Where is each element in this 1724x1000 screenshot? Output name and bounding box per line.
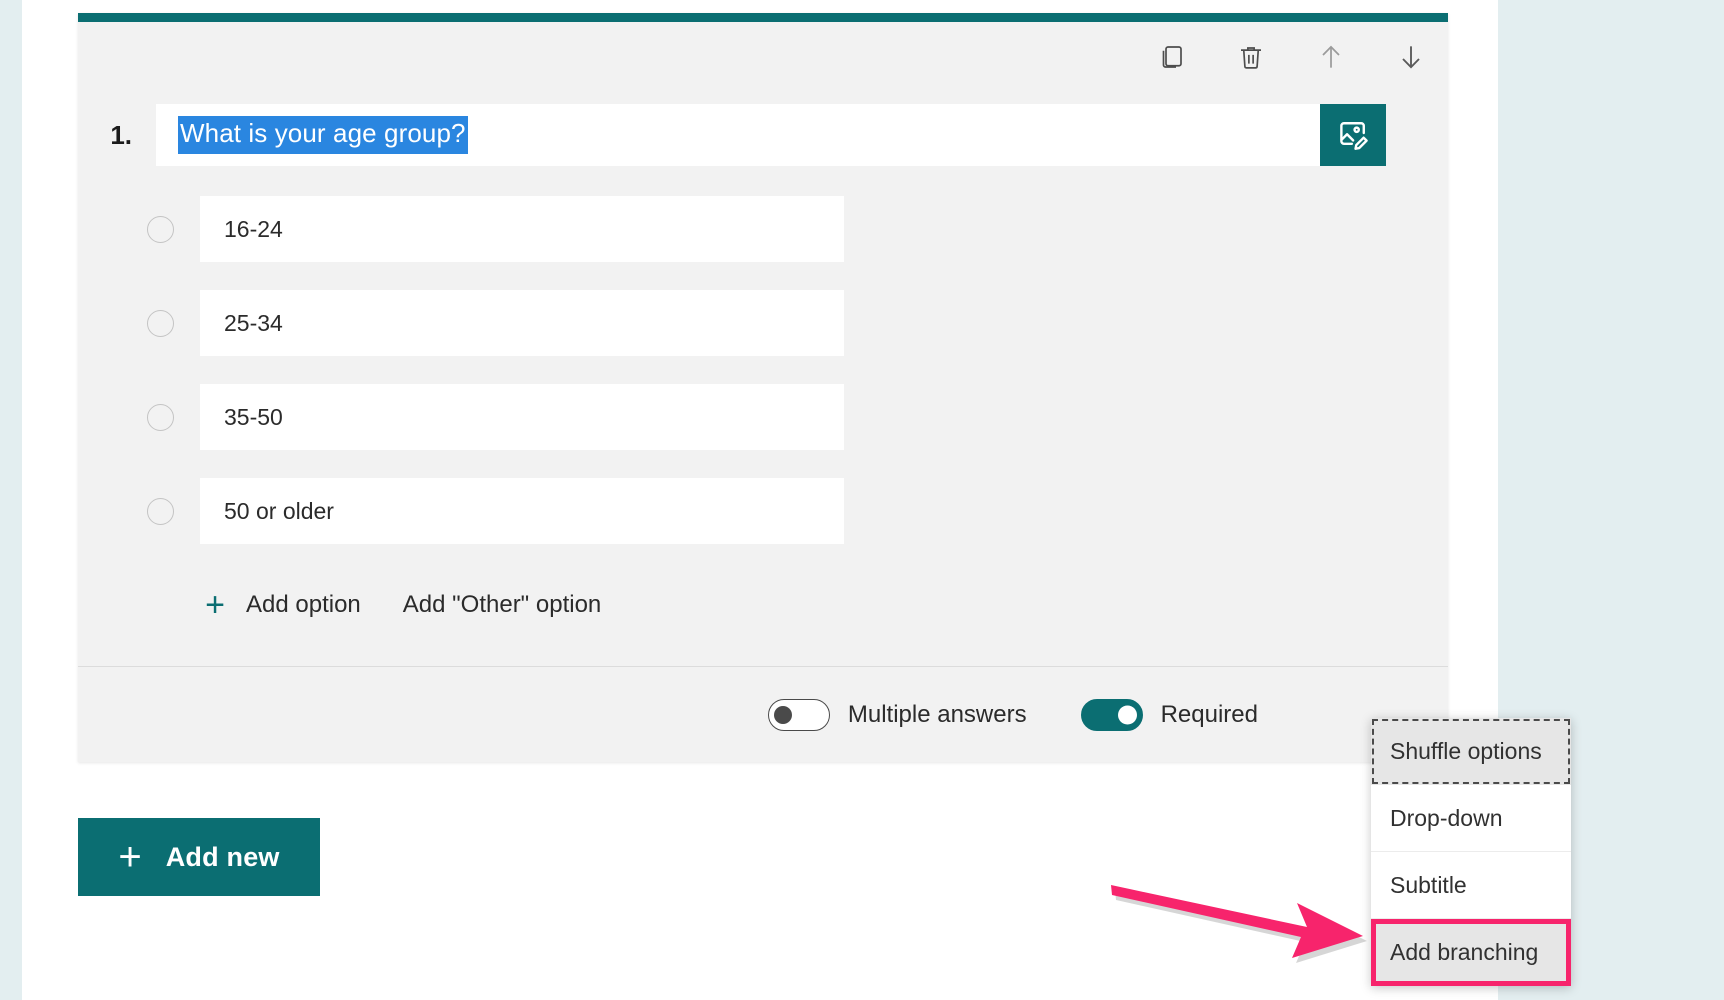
- add-new-label: Add new: [165, 841, 280, 872]
- required-toggle[interactable]: [1080, 698, 1143, 731]
- option-input[interactable]: 25-34: [200, 290, 844, 356]
- add-new-button[interactable]: + Add new: [78, 818, 320, 896]
- trash-icon: [1236, 42, 1266, 72]
- copy-question-button[interactable]: [1148, 34, 1194, 80]
- question-card-footer: Multiple answers Required: [78, 666, 1448, 762]
- insert-media-button[interactable]: [1320, 104, 1386, 166]
- add-option-label: Add option: [246, 591, 361, 618]
- add-option-button[interactable]: + Add option: [200, 588, 361, 622]
- add-option-row: + Add option Add "Other" option: [78, 572, 1448, 666]
- plus-icon: +: [205, 586, 225, 624]
- radio-icon[interactable]: [146, 215, 174, 243]
- card-accent-bar: [78, 13, 1448, 22]
- required-toggle-group: Required: [1080, 698, 1258, 731]
- image-edit-icon: [1336, 117, 1370, 154]
- option-row: 50 or older: [78, 478, 1448, 544]
- option-row: 35-50: [78, 384, 1448, 450]
- screenshot-viewport: 1. What is your age group? 16-24 25-34 3…: [0, 0, 1724, 1000]
- option-row: 16-24: [78, 196, 1448, 262]
- arrow-down-icon: [1395, 41, 1427, 73]
- radio-icon[interactable]: [146, 497, 174, 525]
- left-gutter-strip: [0, 0, 22, 1000]
- arrow-up-icon: [1315, 41, 1347, 73]
- question-more-settings-menu: Shuffle options Drop-down Subtitle Add b…: [1371, 718, 1571, 986]
- multiple-answers-toggle[interactable]: [767, 698, 830, 731]
- option-input[interactable]: 35-50: [200, 384, 844, 450]
- question-title-text: What is your age group?: [178, 116, 468, 154]
- question-title-input[interactable]: What is your age group?: [156, 104, 1320, 166]
- menu-item-shuffle-options[interactable]: Shuffle options: [1371, 718, 1571, 785]
- option-radio-cell: [78, 215, 200, 243]
- delete-question-button[interactable]: [1228, 34, 1274, 80]
- copy-icon: [1156, 42, 1186, 72]
- option-input[interactable]: 16-24: [200, 196, 844, 262]
- option-radio-cell: [78, 309, 200, 337]
- plus-icon: +: [118, 835, 142, 879]
- option-row: 25-34: [78, 290, 1448, 356]
- multiple-answers-label: Multiple answers: [847, 700, 1027, 728]
- move-question-down-button[interactable]: [1388, 34, 1434, 80]
- menu-item-drop-down[interactable]: Drop-down: [1371, 785, 1571, 852]
- question-number: 1.: [110, 120, 132, 150]
- multiple-answers-toggle-group: Multiple answers: [767, 698, 1027, 731]
- option-radio-cell: [78, 497, 200, 525]
- option-radio-cell: [78, 403, 200, 431]
- option-input[interactable]: 50 or older: [200, 478, 844, 544]
- menu-item-subtitle[interactable]: Subtitle: [1371, 852, 1571, 919]
- radio-icon[interactable]: [146, 403, 174, 431]
- question-card: 1. What is your age group? 16-24 25-34 3…: [78, 13, 1448, 762]
- move-question-up-button[interactable]: [1308, 34, 1354, 80]
- add-other-option-button[interactable]: Add "Other" option: [403, 591, 602, 619]
- toggle-knob: [1117, 705, 1137, 724]
- menu-item-add-branching[interactable]: Add branching: [1371, 919, 1571, 986]
- toggle-knob: [773, 705, 792, 724]
- required-label: Required: [1160, 700, 1258, 728]
- radio-icon[interactable]: [146, 309, 174, 337]
- card-body: 1. What is your age group? 16-24 25-34 3…: [78, 22, 1448, 762]
- options-list: 16-24 25-34 35-50 50 or older: [78, 166, 1448, 544]
- question-toolbar: [1148, 34, 1434, 80]
